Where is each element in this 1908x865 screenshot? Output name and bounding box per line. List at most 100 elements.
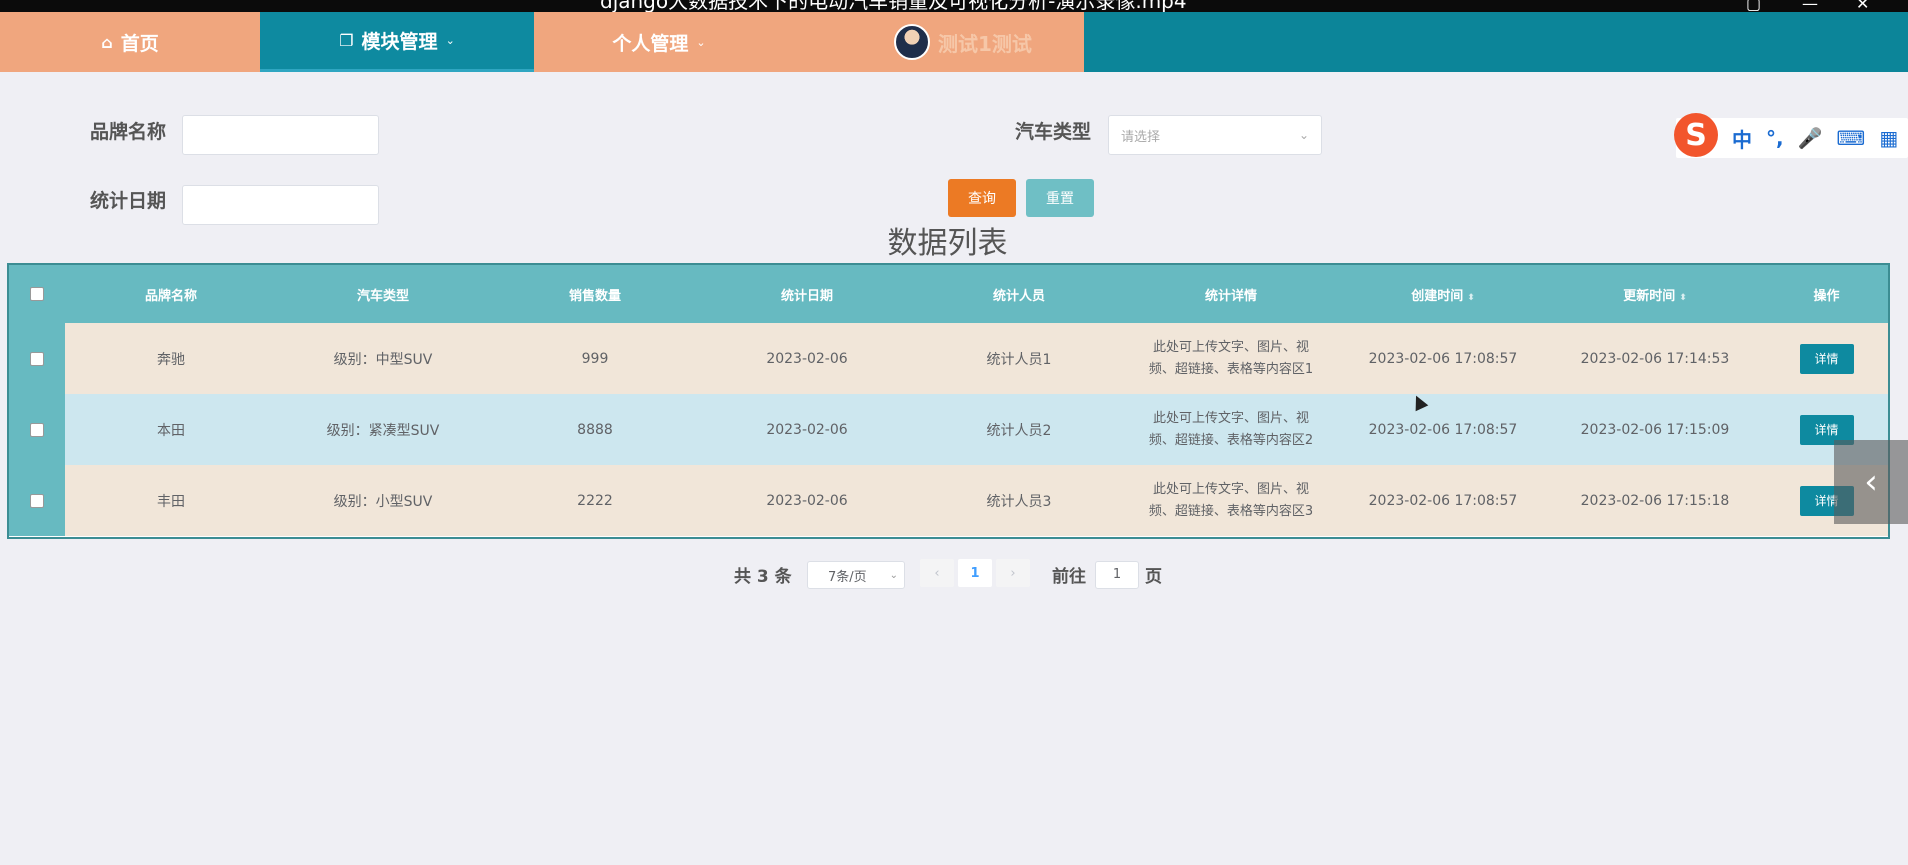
minimize-icon[interactable]: — (1802, 0, 1818, 12)
nav-module-management[interactable]: ❐ 模块管理 ⌄ (260, 12, 534, 72)
row-checkbox[interactable] (30, 422, 44, 437)
apps-grid-icon[interactable]: ▦ (1879, 126, 1898, 150)
col-updated[interactable]: 更新时间 ⬍ (1549, 265, 1761, 323)
cell-detail: 此处可上传文字、图片、视 频、超链接、表格等内容区3 (1125, 465, 1337, 536)
restore-icon[interactable]: ▢ (1746, 0, 1761, 12)
prev-page-button[interactable]: ‹ (920, 559, 954, 587)
chevron-down-icon: ⌄ (889, 569, 898, 581)
cell-sales-qty: 999 (581, 350, 609, 367)
reset-button[interactable]: 重置 (1026, 179, 1094, 217)
cell-brand: 本田 (157, 422, 185, 439)
list-title: 数据列表 (887, 226, 1008, 261)
cell-stat-date: 2023-02-06 (766, 421, 848, 438)
cell-sales-qty: 8888 (577, 421, 613, 438)
keyboard-icon[interactable]: ⌨ (1837, 126, 1866, 150)
username[interactable]: 测试1测试 (938, 28, 1032, 57)
page-number-current[interactable]: 1 (958, 559, 992, 587)
nav-personal-management[interactable]: 个人管理 ⌄ (534, 12, 784, 72)
cell-car-type: 级别：中型SUV (333, 351, 433, 368)
next-page-button[interactable]: › (996, 559, 1030, 587)
cell-created: 2023-02-06 17:08:57 (1368, 492, 1518, 509)
sort-icon[interactable]: ⬍ (1467, 293, 1475, 303)
sogou-logo-icon[interactable]: S (1674, 113, 1718, 157)
row-checkbox-cell (9, 394, 65, 465)
cell-stat-date: 2023-02-06 (766, 350, 848, 367)
ime-toolbar: S 中 °, 🎤 ⌨ ▦ (1674, 113, 1908, 158)
detail-line-1: 此处可上传文字、图片、视 (1152, 481, 1309, 497)
cell-sales-qty: 2222 (577, 492, 613, 509)
page-size-value: 7条/页 (828, 569, 867, 585)
nav-home[interactable]: ⌂ 首页 (0, 12, 260, 72)
goto-page-input[interactable]: 1 (1095, 561, 1139, 589)
brand-label: 品牌名称 (90, 121, 167, 143)
cell-detail: 此处可上传文字、图片、视 频、超链接、表格等内容区1 (1125, 323, 1337, 394)
sort-icon[interactable]: ⬍ (1679, 293, 1687, 303)
microphone-icon[interactable]: 🎤 (1798, 126, 1823, 150)
cell-action: 详情 (1761, 323, 1888, 394)
cell-updated: 2023-02-06 17:15:18 (1580, 492, 1730, 509)
window-title-bar: django大数据技术下的电动汽车销量及可视化分析-演示录像.mp4 ▢ — ✕ (0, 0, 1908, 12)
detail-line-2: 频、超链接、表格等内容区3 (1148, 503, 1314, 519)
col-action: 操作 (1813, 288, 1840, 304)
cell-created: 2023-02-06 17:08:57 (1368, 421, 1518, 438)
page-size-select[interactable]: 7条/页 ⌄ (807, 561, 905, 589)
cell-detail: 此处可上传文字、图片、视 频、超链接、表格等内容区2 (1125, 394, 1337, 465)
row-checkbox-cell (9, 323, 65, 394)
top-nav: ⌂ 首页 ❐ 模块管理 ⌄ 测试1测试 个人管理 ⌄ (0, 12, 1908, 72)
nav-personal-label: 个人管理 (612, 32, 689, 55)
table-header-row: 品牌名称 汽车类型 销售数量 统计日期 统计人员 统计详情 创建时间 ⬍ 更新时间… (9, 265, 1888, 323)
cell-created: 2023-02-06 17:08:57 (1368, 350, 1518, 367)
cell-stat-date: 2023-02-06 (766, 492, 848, 509)
close-icon[interactable]: ✕ (1856, 0, 1869, 12)
nav-module-label: 模块管理 (361, 31, 438, 53)
table-row: 丰田 级别：小型SUV 2222 2023-02-06 统计人员3 此处可上传文… (9, 465, 1888, 536)
avatar[interactable] (894, 24, 930, 60)
table-row: 本田 级别：紧凑型SUV 8888 2023-02-06 统计人员2 此处可上传… (9, 394, 1888, 465)
page-suffix: 页 (1145, 567, 1162, 587)
col-created[interactable]: 创建时间 ⬍ (1337, 265, 1549, 323)
car-type-label: 汽车类型 (1015, 121, 1092, 143)
detail-line-2: 频、超链接、表格等内容区1 (1148, 361, 1314, 377)
detail-button[interactable]: 详情 (1799, 343, 1854, 374)
nav-home-label: 首页 (120, 32, 159, 55)
col-staff: 统计人员 (992, 288, 1045, 304)
window-title: django大数据技术下的电动汽车销量及可视化分析-演示录像.mp4 (600, 0, 1187, 12)
col-detail: 统计详情 (1204, 288, 1257, 304)
col-sales-qty: 销售数量 (568, 288, 621, 304)
goto-label: 前往 (1052, 567, 1086, 587)
cell-car-type: 级别：小型SUV (333, 493, 433, 510)
query-button[interactable]: 查询 (948, 179, 1016, 217)
cell-staff: 统计人员2 (986, 422, 1052, 439)
cell-updated: 2023-02-06 17:15:09 (1580, 421, 1730, 438)
car-type-select[interactable]: 请选择 ⌄ (1108, 115, 1322, 155)
col-updated-label: 更新时间 (1623, 288, 1676, 304)
detail-line-2: 频、超链接、表格等内容区2 (1148, 432, 1314, 448)
row-checkbox[interactable] (30, 493, 44, 508)
chevron-down-icon: ⌄ (696, 35, 706, 49)
row-checkbox-cell (9, 465, 65, 536)
select-all-cell (9, 265, 65, 323)
ime-punctuation-icon[interactable]: °, (1766, 126, 1784, 150)
pagination-total: 共 3 条 (734, 567, 792, 587)
brand-input[interactable] (182, 115, 379, 155)
data-table: 品牌名称 汽车类型 销售数量 统计日期 统计人员 统计详情 创建时间 ⬍ 更新时间… (7, 263, 1890, 539)
cell-brand: 丰田 (157, 493, 185, 510)
select-all-checkbox[interactable] (30, 287, 44, 301)
row-checkbox[interactable] (30, 351, 44, 366)
cell-updated: 2023-02-06 17:14:53 (1580, 350, 1730, 367)
cell-staff: 统计人员1 (986, 351, 1052, 368)
home-icon: ⌂ (101, 32, 113, 52)
table-row: 奔驰 级别：中型SUV 999 2023-02-06 统计人员1 此处可上传文字… (9, 323, 1888, 394)
car-type-placeholder: 请选择 (1121, 129, 1161, 145)
cell-car-type: 级别：紧凑型SUV (326, 422, 440, 439)
cell-brand: 奔驰 (157, 351, 185, 368)
chevron-left-icon[interactable]: ‹ (1834, 440, 1908, 524)
detail-line-1: 此处可上传文字、图片、视 (1152, 339, 1309, 355)
date-label: 统计日期 (90, 190, 167, 212)
col-car-type: 汽车类型 (356, 288, 409, 304)
col-created-label: 创建时间 (1411, 288, 1464, 304)
copy-icon: ❐ (339, 31, 354, 50)
detail-line-1: 此处可上传文字、图片、视 (1152, 410, 1309, 426)
ime-chinese-mode-icon[interactable]: 中 (1732, 124, 1752, 153)
col-brand: 品牌名称 (144, 288, 197, 304)
